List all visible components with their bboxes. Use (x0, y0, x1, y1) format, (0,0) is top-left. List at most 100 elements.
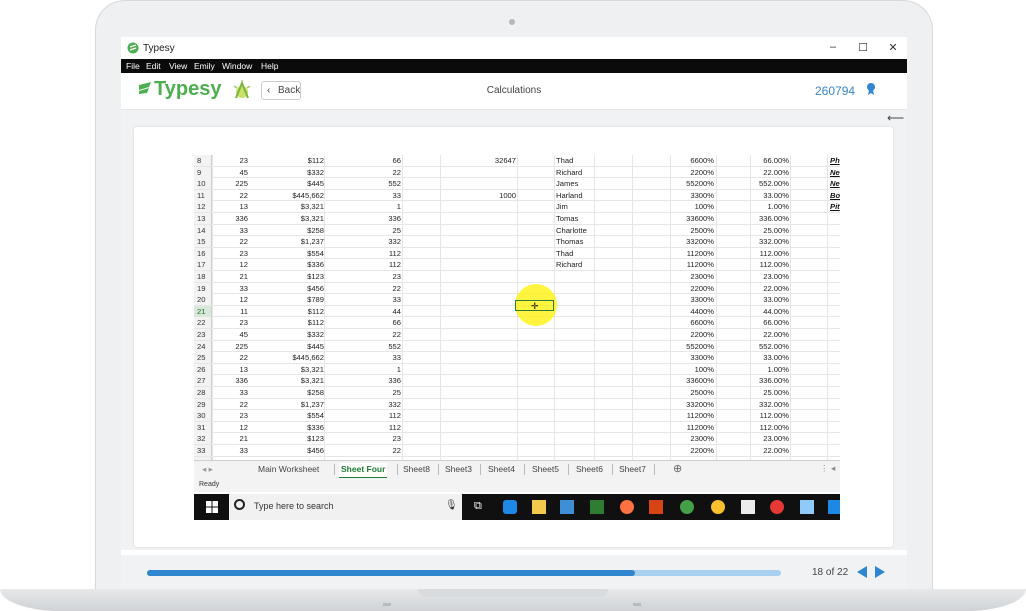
microphone-icon[interactable]: 🎙 (445, 500, 458, 511)
more-icon[interactable]: ⋮ (820, 463, 829, 474)
table-cell[interactable]: 1 (326, 201, 401, 212)
previous-button[interactable] (857, 566, 867, 578)
table-row[interactable]: 13 336 $3,321 336 Tomas 33600% 336.00% (194, 213, 840, 225)
row-number[interactable]: 14 (194, 224, 212, 236)
arrow-left-icon[interactable]: ⟵ (887, 111, 904, 125)
table-cell[interactable] (830, 294, 840, 305)
table-cell[interactable]: 22.00% (716, 329, 789, 340)
table-cell[interactable]: 23 (212, 155, 248, 166)
table-cell[interactable]: 25 (326, 387, 401, 398)
table-cell[interactable]: 22 (326, 283, 401, 294)
mail-icon[interactable] (741, 500, 755, 514)
task-view-icon[interactable]: ⧉ (474, 500, 488, 514)
row-number[interactable]: 20 (194, 294, 212, 306)
table-cell[interactable]: 1 (326, 364, 401, 375)
table-cell[interactable]: 1.00% (716, 201, 789, 212)
table-cell[interactable]: $332 (250, 329, 324, 340)
table-cell[interactable] (830, 225, 840, 236)
tab-main-worksheet[interactable]: Main Worksheet (256, 463, 321, 477)
table-row[interactable]: 12 13 $3,321 1 Jim 100% 1.00% Pit (194, 201, 840, 213)
table-cell[interactable]: 100% (672, 364, 714, 375)
row-number[interactable]: 9 (194, 166, 212, 178)
row-number[interactable]: 22 (194, 317, 212, 329)
table-cell[interactable]: 33 (212, 387, 248, 398)
table-cell[interactable]: 45 (212, 167, 248, 178)
table-cell[interactable]: $554 (250, 410, 324, 421)
table-cell[interactable]: $445 (250, 178, 324, 189)
table-cell[interactable]: 25.00% (716, 225, 789, 236)
table-cell[interactable]: James (556, 178, 631, 189)
table-row[interactable]: 9 45 $332 22 Richard 2200% 22.00% Ne (194, 166, 840, 179)
table-cell[interactable] (556, 364, 631, 375)
table-cell[interactable]: $3,321 (250, 364, 324, 375)
table-cell[interactable]: 13 (212, 201, 248, 212)
table-cell[interactable]: 23 (212, 317, 248, 328)
table-cell[interactable]: 55200% (672, 341, 714, 352)
table-cell[interactable]: 225 (212, 341, 248, 352)
table-cell[interactable]: 33.00% (716, 190, 789, 201)
table-cell[interactable] (830, 445, 840, 456)
row-number[interactable]: 30 (194, 410, 212, 422)
table-cell[interactable]: 66 (326, 317, 401, 328)
table-cell[interactable]: $112 (250, 306, 324, 317)
table-cell[interactable] (556, 433, 631, 444)
row-number[interactable]: 11 (194, 189, 212, 201)
table-cell[interactable]: 2200% (672, 445, 714, 456)
scroll-left-icon[interactable]: ◂ ▸ (202, 464, 213, 475)
table-cell[interactable]: 336 (326, 375, 401, 386)
table-cell[interactable] (830, 375, 840, 386)
table-cell[interactable]: 22 (212, 236, 248, 247)
table-cell[interactable]: $112 (250, 155, 324, 166)
table-cell[interactable]: 33600% (672, 213, 714, 224)
table-cell[interactable]: 336.00% (716, 213, 789, 224)
table-row[interactable]: 29 22 $1,237 332 33200% 332.00% (194, 398, 840, 411)
edge-icon[interactable] (503, 500, 517, 514)
table-cell[interactable]: 112.00% (716, 259, 789, 270)
table-cell[interactable]: 25.00% (716, 387, 789, 398)
row-number[interactable]: 16 (194, 247, 212, 259)
table-cell[interactable]: $456 (250, 445, 324, 456)
table-cell[interactable]: 33 (212, 445, 248, 456)
table-cell[interactable]: Thad (556, 248, 631, 259)
table-cell[interactable]: $123 (250, 271, 324, 282)
row-number[interactable]: 32 (194, 433, 212, 445)
table-cell[interactable]: Jim (556, 201, 631, 212)
table-cell[interactable]: 3300% (672, 294, 714, 305)
table-cell[interactable]: 66 (326, 155, 401, 166)
table-cell[interactable] (444, 178, 516, 189)
table-cell[interactable] (556, 329, 631, 340)
table-cell[interactable]: 552 (326, 341, 401, 352)
table-cell[interactable]: $445,662 (250, 352, 324, 363)
chrome-icon[interactable] (680, 500, 694, 514)
table-cell[interactable]: Ne (830, 178, 840, 189)
table-cell[interactable]: Tomas (556, 213, 631, 224)
table-cell[interactable] (556, 422, 631, 433)
table-cell[interactable]: 25 (326, 225, 401, 236)
table-cell[interactable]: 552.00% (716, 178, 789, 189)
table-cell[interactable]: 225 (212, 178, 248, 189)
row-number[interactable]: 10 (194, 178, 212, 190)
table-cell[interactable]: 1000 (444, 190, 516, 201)
table-row[interactable]: 32 21 $123 23 2300% 23.00% (194, 433, 840, 445)
table-cell[interactable] (830, 317, 840, 328)
table-cell[interactable]: $1,237 (250, 236, 324, 247)
row-number[interactable]: 15 (194, 236, 212, 248)
table-cell[interactable] (444, 352, 516, 363)
table-cell[interactable]: 23 (212, 248, 248, 259)
table-cell[interactable] (556, 271, 631, 282)
table-cell[interactable]: 33 (212, 283, 248, 294)
menu-view[interactable]: View (169, 61, 187, 71)
row-number[interactable]: 18 (194, 271, 212, 282)
table-cell[interactable]: 112 (326, 410, 401, 421)
table-cell[interactable]: 45 (212, 329, 248, 340)
row-number[interactable]: 24 (194, 340, 212, 352)
table-cell[interactable] (444, 445, 516, 456)
table-cell[interactable] (556, 352, 631, 363)
table-cell[interactable] (556, 317, 631, 328)
windows-start-icon[interactable] (206, 501, 218, 513)
table-cell[interactable]: 22 (212, 399, 248, 410)
tab-sheet8[interactable]: Sheet8 (401, 463, 432, 477)
row-number[interactable]: 17 (194, 259, 212, 271)
minimize-button[interactable]: – (826, 41, 840, 53)
table-row[interactable]: 18 21 $123 23 2300% 23.00% (194, 271, 840, 283)
